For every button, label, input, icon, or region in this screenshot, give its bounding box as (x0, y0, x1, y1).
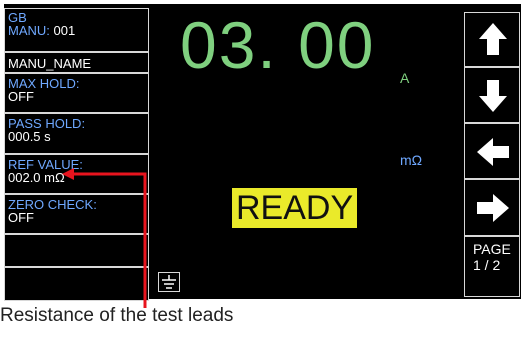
callout-arrow (62, 168, 147, 308)
callout-text: Resistance of the test leads (0, 305, 234, 326)
